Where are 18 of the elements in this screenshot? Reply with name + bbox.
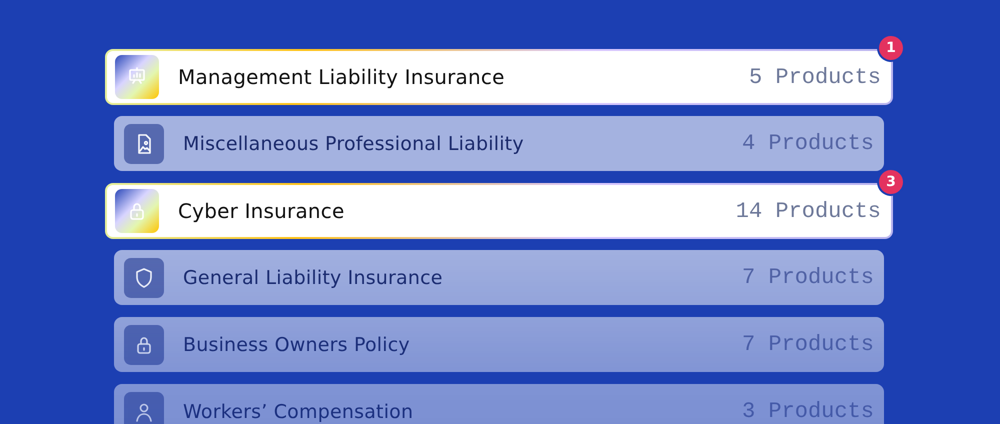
category-name: Miscellaneous Professional Liability bbox=[183, 132, 524, 154]
count-badge: 3 bbox=[879, 170, 903, 194]
product-count: 5 Products bbox=[748, 64, 881, 90]
product-count: 4 Products bbox=[742, 131, 874, 156]
category-row[interactable]: Business Owners Policy 7 Products bbox=[114, 317, 884, 372]
category-row[interactable]: Workers’ Compensation 3 Products bbox=[114, 384, 884, 424]
product-count: 14 Products bbox=[736, 198, 881, 224]
product-count: 7 Products bbox=[742, 265, 874, 290]
product-count: 3 Products bbox=[742, 399, 874, 424]
count-badge: 1 bbox=[879, 36, 903, 60]
category-name: Management Liability Insurance bbox=[178, 65, 505, 89]
category-name: Workers’ Compensation bbox=[183, 400, 414, 422]
category-name: Business Owners Policy bbox=[183, 334, 410, 356]
product-count: 7 Products bbox=[742, 332, 874, 357]
category-name: General Liability Insurance bbox=[183, 266, 443, 288]
category-row[interactable]: General Liability Insurance 7 Products bbox=[114, 250, 884, 305]
category-name: Cyber Insurance bbox=[178, 199, 345, 223]
category-row[interactable]: Miscellaneous Professional Liability 4 Products bbox=[114, 116, 884, 171]
